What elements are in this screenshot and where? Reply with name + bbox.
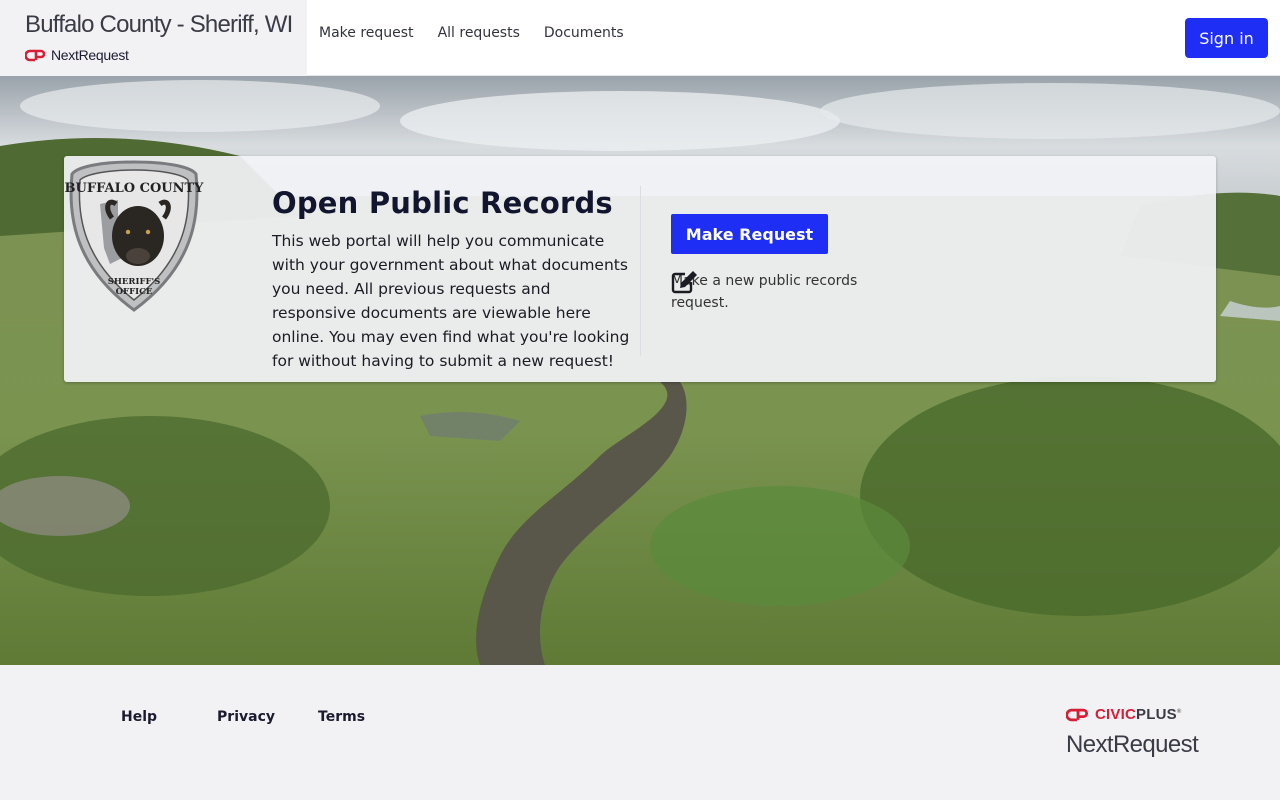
product-name: NextRequest xyxy=(51,47,129,63)
footer-link-help[interactable]: Help xyxy=(121,709,157,725)
seal-bottom-text-2: OFFICE xyxy=(116,287,153,297)
site-footer: Help Privacy Terms CIVICPLUS® NextReques… xyxy=(0,665,1280,800)
nav-all-requests[interactable]: All requests xyxy=(438,25,520,41)
sign-in-button[interactable]: Sign in xyxy=(1185,18,1268,58)
edit-icon xyxy=(671,271,697,294)
civicplus-brand: CIVICPLUS® xyxy=(1066,706,1181,723)
civicplus-civic: CIVIC xyxy=(1095,706,1137,723)
sheriff-seal: BUFFALO COUNTY SHERIFF'S OFFICE xyxy=(65,160,204,312)
brand-block[interactable]: Buffalo County - Sheriff, WI NextRequest xyxy=(0,0,307,76)
site-header: Buffalo County - Sheriff, WI NextRequest… xyxy=(0,0,1280,76)
civicplus-logo-icon xyxy=(1066,708,1088,721)
agency-title[interactable]: Buffalo County - Sheriff, WI xyxy=(25,10,307,40)
page-title: Open Public Records xyxy=(272,186,613,220)
nav-documents[interactable]: Documents xyxy=(544,25,624,41)
main-nav: Make request All requests Documents xyxy=(319,25,648,41)
seal-bottom-text-1: SHERIFF'S xyxy=(108,277,161,287)
seal-top-text: BUFFALO COUNTY xyxy=(65,181,204,196)
footer-links: Help Privacy Terms xyxy=(121,709,365,725)
footer-link-terms[interactable]: Terms xyxy=(318,709,365,725)
make-request-button[interactable]: Make Request xyxy=(671,214,828,254)
civicplus-plus: PLUS xyxy=(1136,706,1177,723)
card-divider xyxy=(640,186,641,356)
footer-link-privacy[interactable]: Privacy xyxy=(217,709,275,725)
make-request-hint: Make a new public records request. xyxy=(671,270,901,314)
civicplus-logo-icon xyxy=(25,49,46,61)
nextrequest-logo: NextRequest xyxy=(25,47,307,63)
footer-product-name: NextRequest xyxy=(1066,731,1199,758)
intro-description: This web portal will help you communicat… xyxy=(272,232,630,370)
nav-make-request[interactable]: Make request xyxy=(319,25,414,41)
intro-card: BUFFALO COUNTY SHERIFF'S OFFICE Open Pub… xyxy=(64,156,1216,382)
hero-banner: BUFFALO COUNTY SHERIFF'S OFFICE Open Pub… xyxy=(0,76,1280,665)
civicplus-wordmark: CIVICPLUS® xyxy=(1095,706,1182,723)
